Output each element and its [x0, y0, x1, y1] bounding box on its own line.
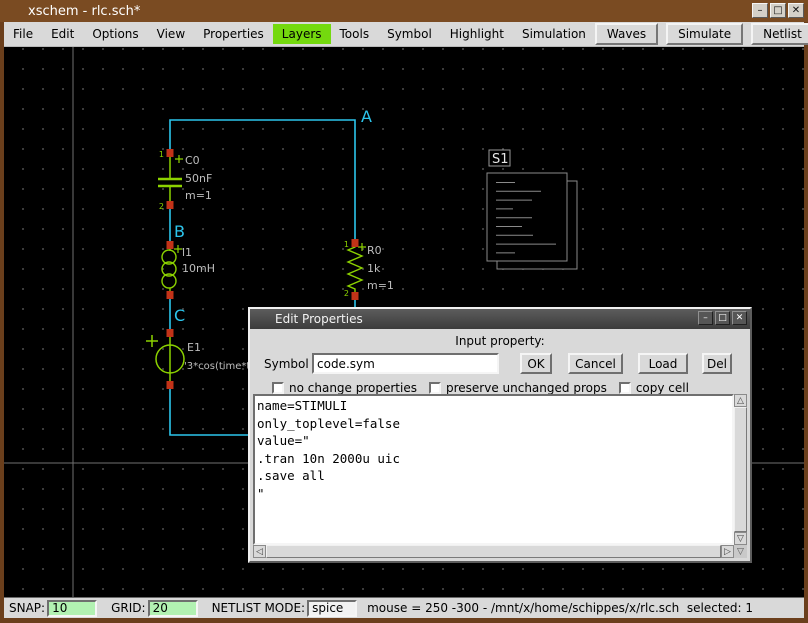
cap-name: C0 [185, 154, 200, 167]
res-mult: m=1 [367, 279, 394, 292]
menu-layers[interactable]: Layers [273, 24, 331, 44]
ind-name: l1 [182, 246, 192, 259]
source-symbol[interactable] [146, 333, 184, 385]
netlist-button[interactable]: Netlist [751, 23, 808, 45]
maximize-icon[interactable]: □ [770, 3, 786, 18]
preserve-unchanged-props-label: preserve unchanged props [446, 381, 607, 395]
scroll-up-icon[interactable]: △ [734, 394, 747, 407]
vertical-scroll-thumb[interactable] [734, 407, 747, 532]
copy-cell-checkbox[interactable] [619, 382, 631, 394]
netlist-mode-input[interactable] [307, 600, 357, 617]
dialog-title: Edit Properties [275, 312, 363, 326]
cap-value: 50nF [185, 172, 212, 185]
window-titlebar[interactable]: xschem - rlc.sch* – □ ✕ [0, 0, 808, 22]
schematic-canvas[interactable]: 1 2 1 2 C0 50nF m=1 l1 10mH E1 '3*cos(ti… [4, 47, 804, 597]
plus-icon [174, 245, 182, 253]
menu-highlight[interactable]: Highlight [441, 24, 513, 44]
statusbar: SNAP: GRID: NETLIST MODE: mouse = 250 -3… [4, 597, 804, 618]
property-textarea[interactable]: name=STIMULI only_toplevel=false value="… [253, 394, 734, 545]
plus-icon [146, 335, 158, 347]
mouse-status-text: mouse = 250 -300 - /mnt/x/home/schippes/… [367, 601, 753, 615]
res-pin1-label: 1 [344, 240, 349, 249]
del-button[interactable]: Del [702, 353, 732, 374]
window-title: xschem - rlc.sch* [28, 4, 140, 19]
snap-input[interactable] [47, 600, 97, 617]
inductor-symbol[interactable] [162, 245, 182, 297]
capacitor-symbol[interactable] [158, 153, 183, 205]
menu-properties[interactable]: Properties [194, 24, 273, 44]
wire-bottom[interactable] [170, 385, 252, 435]
resistor-symbol[interactable] [348, 243, 366, 297]
dialog-maximize-icon[interactable]: □ [715, 311, 730, 325]
waves-button[interactable]: Waves [595, 23, 658, 45]
dialog-minimize-icon[interactable]: – [698, 311, 713, 325]
menu-edit[interactable]: Edit [42, 24, 83, 44]
close-icon[interactable]: ✕ [788, 3, 804, 18]
scroll-right-icon[interactable]: ▷ [721, 545, 734, 558]
ind-value: 10mH [182, 262, 215, 275]
simulate-button[interactable]: Simulate [666, 23, 743, 45]
input-property-label: Input property: [250, 334, 750, 348]
node-labels[interactable]: A B C [174, 107, 372, 325]
symbol-label: Symbol [264, 357, 309, 371]
cap-mult: m=1 [185, 189, 212, 202]
res-name: R0 [367, 244, 382, 257]
scrollbar-corner: ▽ [734, 545, 747, 558]
symbol-input[interactable] [312, 353, 499, 374]
menu-tools[interactable]: Tools [331, 24, 379, 44]
node-label-c[interactable]: C [174, 306, 185, 325]
load-button[interactable]: Load [638, 353, 688, 374]
grid-label: GRID: [111, 601, 145, 615]
src-value: '3*cos(time*ti [184, 361, 253, 372]
scroll-down-icon[interactable]: ▽ [734, 532, 747, 545]
menu-options[interactable]: Options [83, 24, 147, 44]
cancel-button[interactable]: Cancel [568, 353, 623, 374]
copy-cell-label: copy cell [636, 381, 689, 395]
plus-icon [358, 243, 366, 251]
minimize-icon[interactable]: – [752, 3, 768, 18]
dialog-titlebar[interactable]: Edit Properties – □ ✕ [250, 309, 750, 329]
menu-symbol[interactable]: Symbol [378, 24, 441, 44]
menu-simulation[interactable]: Simulation [513, 24, 595, 44]
code-block-label: S1 [492, 152, 509, 167]
node-label-b[interactable]: B [174, 222, 185, 241]
menubar: File Edit Options View Properties Layers… [4, 22, 804, 47]
horizontal-scrollbar[interactable]: ◁ ▷ [253, 545, 734, 558]
preserve-unchanged-props-checkbox[interactable] [429, 382, 441, 394]
scroll-left-icon[interactable]: ◁ [253, 545, 266, 558]
node-label-a[interactable]: A [361, 107, 372, 126]
menu-file[interactable]: File [4, 24, 42, 44]
menu-view[interactable]: View [148, 24, 194, 44]
dialog-close-icon[interactable]: ✕ [732, 311, 747, 325]
snap-label: SNAP: [9, 601, 45, 615]
grid-input[interactable] [148, 600, 198, 617]
no-change-properties-label: no change properties [289, 381, 417, 395]
edit-properties-dialog: Edit Properties – □ ✕ Input property: Sy… [248, 307, 752, 563]
res-pin2-label: 2 [344, 289, 349, 298]
src-name: E1 [187, 341, 201, 354]
horizontal-scroll-thumb[interactable] [266, 545, 721, 558]
no-change-properties-checkbox[interactable] [272, 382, 284, 394]
ok-button[interactable]: OK [520, 353, 552, 374]
cap-pin1-label: 1 [159, 150, 164, 159]
code-block-symbol[interactable]: S1 [487, 150, 577, 269]
cap-pin2-label: 2 [159, 202, 164, 211]
vertical-scrollbar[interactable]: △ ▽ [734, 394, 747, 545]
netlist-mode-label: NETLIST MODE: [212, 601, 306, 615]
plus-icon [175, 155, 183, 163]
res-value: 1k [367, 262, 381, 275]
xschem-window: xschem - rlc.sch* – □ ✕ File Edit Option… [0, 0, 808, 623]
